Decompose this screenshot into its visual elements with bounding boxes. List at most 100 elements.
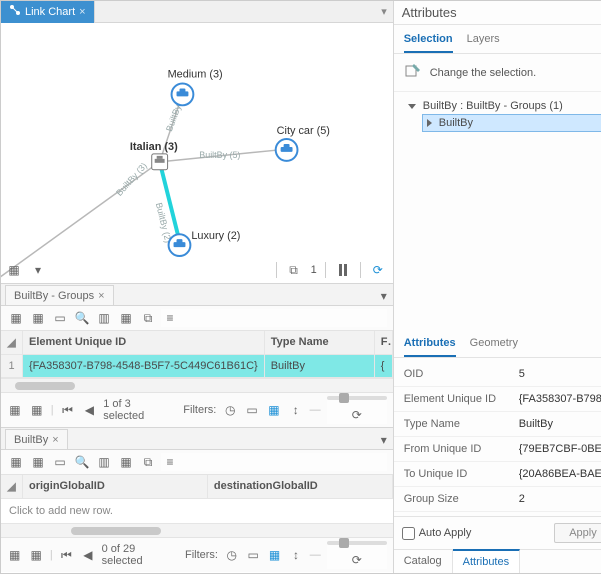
btab-catalog[interactable]: Catalog bbox=[394, 550, 453, 573]
sort-icon[interactable]: ↕ bbox=[288, 401, 304, 419]
groups-footer: ▦ ▦ | ⏮ ◀ 1 of 3 selected Filters: ◷ ▭ ▦… bbox=[1, 392, 393, 427]
apply-button[interactable]: Apply bbox=[554, 523, 601, 543]
panel-menu-icon[interactable]: ▾ bbox=[375, 287, 393, 305]
copy-icon[interactable]: ⧉ bbox=[139, 309, 157, 327]
col-origin[interactable]: originGlobalID bbox=[23, 475, 208, 498]
delete-icon[interactable]: ▦ bbox=[117, 309, 135, 327]
left-column: Link Chart × ▾ BuiltBy (3) BuiltBy (5) B… bbox=[1, 1, 394, 573]
clear-sel-icon[interactable]: ▥ bbox=[95, 309, 113, 327]
refresh-icon[interactable]: ⟳ bbox=[369, 261, 387, 279]
tab-selection[interactable]: Selection bbox=[404, 29, 453, 53]
attr-top-tabs: Selection Layers bbox=[394, 25, 601, 54]
menu-icon[interactable]: ≡ bbox=[161, 309, 179, 327]
cell-type-name[interactable]: BuiltBy bbox=[265, 355, 375, 377]
layer-dropdown-icon[interactable]: ▾ bbox=[29, 261, 47, 279]
zoom-to-icon[interactable]: 🔍 bbox=[73, 309, 91, 327]
tab-link-chart-label: Link Chart bbox=[25, 6, 75, 18]
filter-def-icon[interactable]: ▦ bbox=[266, 401, 282, 419]
builtby-hscroll[interactable] bbox=[1, 523, 393, 537]
menu-icon[interactable]: ≡ bbox=[161, 453, 179, 471]
prop-to-id[interactable]: To Unique ID{20A86BEA-BAE4-4F33-B10E-… bbox=[394, 462, 601, 487]
refresh-icon[interactable]: ⟳ bbox=[348, 551, 366, 569]
cell-extra[interactable]: { bbox=[375, 355, 393, 377]
col-extra[interactable]: F bbox=[375, 331, 393, 354]
field-calc-icon[interactable]: ▦ bbox=[7, 453, 25, 471]
prop-element-id[interactable]: Element Unique ID{FA358307-B798-4548-B5F… bbox=[394, 387, 601, 412]
tab-builtby-groups[interactable]: BuiltBy - Groups × bbox=[5, 285, 114, 305]
auto-apply-checkbox[interactable]: Auto Apply bbox=[402, 527, 472, 540]
property-list: OID5 Element Unique ID{FA358307-B798-454… bbox=[394, 358, 601, 516]
btab-attributes[interactable]: Attributes bbox=[453, 549, 520, 573]
node-luxury-label: Luxury (2) bbox=[191, 230, 240, 242]
close-icon[interactable]: × bbox=[98, 290, 104, 302]
close-icon[interactable]: × bbox=[52, 434, 58, 446]
show-all-icon[interactable]: ▦ bbox=[7, 546, 22, 564]
filter-time-icon[interactable]: ◷ bbox=[222, 401, 238, 419]
show-selected-icon[interactable]: ▦ bbox=[28, 546, 43, 564]
show-all-icon[interactable]: ▦ bbox=[7, 401, 23, 419]
panel-menu-icon[interactable]: ▾ bbox=[375, 431, 393, 449]
zoom-slider[interactable] bbox=[327, 396, 387, 400]
prev-icon[interactable]: ◀ bbox=[80, 546, 95, 564]
col-type-name[interactable]: Type Name bbox=[265, 331, 375, 354]
col-element-id[interactable]: Element Unique ID bbox=[23, 331, 265, 354]
tree-child-label: BuiltBy bbox=[439, 117, 473, 129]
select-icon[interactable]: ▭ bbox=[51, 309, 69, 327]
filter-extent-icon[interactable]: ▭ bbox=[244, 401, 260, 419]
add-field-icon[interactable]: ▦ bbox=[29, 453, 47, 471]
tree-root[interactable]: BuiltBy : BuiltBy - Groups (1) bbox=[404, 98, 601, 114]
subtab-attributes[interactable]: Attributes bbox=[404, 333, 456, 357]
col-dest[interactable]: destinationGlobalID bbox=[208, 475, 393, 498]
tab-layers[interactable]: Layers bbox=[467, 29, 500, 53]
prop-oid[interactable]: OID5 bbox=[394, 362, 601, 387]
tab-builtby[interactable]: BuiltBy × bbox=[5, 429, 68, 449]
table-row[interactable]: 1 {FA358307-B798-4548-B5F7-5C449C61B61C}… bbox=[1, 355, 393, 378]
node-medium[interactable] bbox=[172, 83, 194, 105]
change-selection-row[interactable]: Change the selection. ▾ bbox=[394, 54, 601, 92]
link-chart-canvas[interactable]: BuiltBy (3) BuiltBy (5) BuiltBy (2) Buil… bbox=[1, 23, 393, 283]
prop-group-size[interactable]: Group Size2 bbox=[394, 487, 601, 512]
filter-time-icon[interactable]: ◷ bbox=[224, 546, 239, 564]
delete-icon[interactable]: ▦ bbox=[117, 453, 135, 471]
groups-hscroll[interactable] bbox=[1, 378, 393, 392]
groups-grid-header: ◢ Element Unique ID Type Name F bbox=[1, 331, 393, 355]
refresh-icon[interactable]: ⟳ bbox=[348, 406, 366, 424]
rownum-cell[interactable]: 1 bbox=[1, 355, 23, 377]
filter-def-icon[interactable]: ▦ bbox=[267, 546, 282, 564]
caret-down-icon[interactable] bbox=[408, 104, 416, 109]
node-citycar[interactable] bbox=[276, 139, 298, 161]
subtab-geometry[interactable]: Geometry bbox=[470, 333, 518, 357]
prop-from-id[interactable]: From Unique ID{79EB7CBF-0BEF-4B9B-8579-… bbox=[394, 437, 601, 462]
node-italian[interactable] bbox=[152, 154, 168, 170]
groups-status: 1 of 3 selected bbox=[103, 398, 165, 422]
tab-link-chart[interactable]: Link Chart × bbox=[1, 1, 95, 23]
zoom-to-icon[interactable]: 🔍 bbox=[73, 453, 91, 471]
copy-icon[interactable]: ⧉ bbox=[139, 453, 157, 471]
add-field-icon[interactable]: ▦ bbox=[29, 309, 47, 327]
add-row-placeholder[interactable]: Click to add new row. bbox=[1, 499, 393, 523]
add-layer-icon[interactable]: ▦ bbox=[5, 261, 23, 279]
node-luxury[interactable] bbox=[169, 234, 191, 256]
close-icon[interactable]: × bbox=[79, 6, 85, 18]
builtby-grid: ◢ originGlobalID destinationGlobalID Cli… bbox=[1, 475, 393, 523]
show-selected-icon[interactable]: ▦ bbox=[29, 401, 45, 419]
first-icon[interactable]: ⏮ bbox=[60, 401, 76, 419]
filter-extent-icon[interactable]: ▭ bbox=[245, 546, 260, 564]
clear-sel-icon[interactable]: ▥ bbox=[95, 453, 113, 471]
builtby-toolbar: ▦ ▦ ▭ 🔍 ▥ ▦ ⧉ ≡ bbox=[1, 450, 393, 475]
cell-element-id[interactable]: {FA358307-B798-4548-B5F7-5C449C61B61C} bbox=[23, 355, 265, 377]
first-icon[interactable]: ⏮ bbox=[59, 546, 74, 564]
auto-apply-input[interactable] bbox=[402, 527, 415, 540]
rownum-header[interactable]: ◢ bbox=[1, 475, 23, 498]
sort-icon[interactable]: ↕ bbox=[288, 546, 303, 564]
field-calc-icon[interactable]: ▦ bbox=[7, 309, 25, 327]
pause-icon[interactable] bbox=[334, 261, 352, 279]
prop-type-name[interactable]: Type NameBuiltBy bbox=[394, 412, 601, 437]
rownum-header[interactable]: ◢ bbox=[1, 331, 23, 354]
tabstrip-menu[interactable]: ▾ bbox=[375, 5, 393, 18]
select-icon[interactable]: ▭ bbox=[51, 453, 69, 471]
prev-icon[interactable]: ◀ bbox=[81, 401, 97, 419]
zoom-slider[interactable] bbox=[327, 541, 387, 545]
tree-child-builtby[interactable]: BuiltBy bbox=[422, 114, 601, 132]
zoom-selected-icon[interactable]: ⧉ bbox=[285, 261, 303, 279]
